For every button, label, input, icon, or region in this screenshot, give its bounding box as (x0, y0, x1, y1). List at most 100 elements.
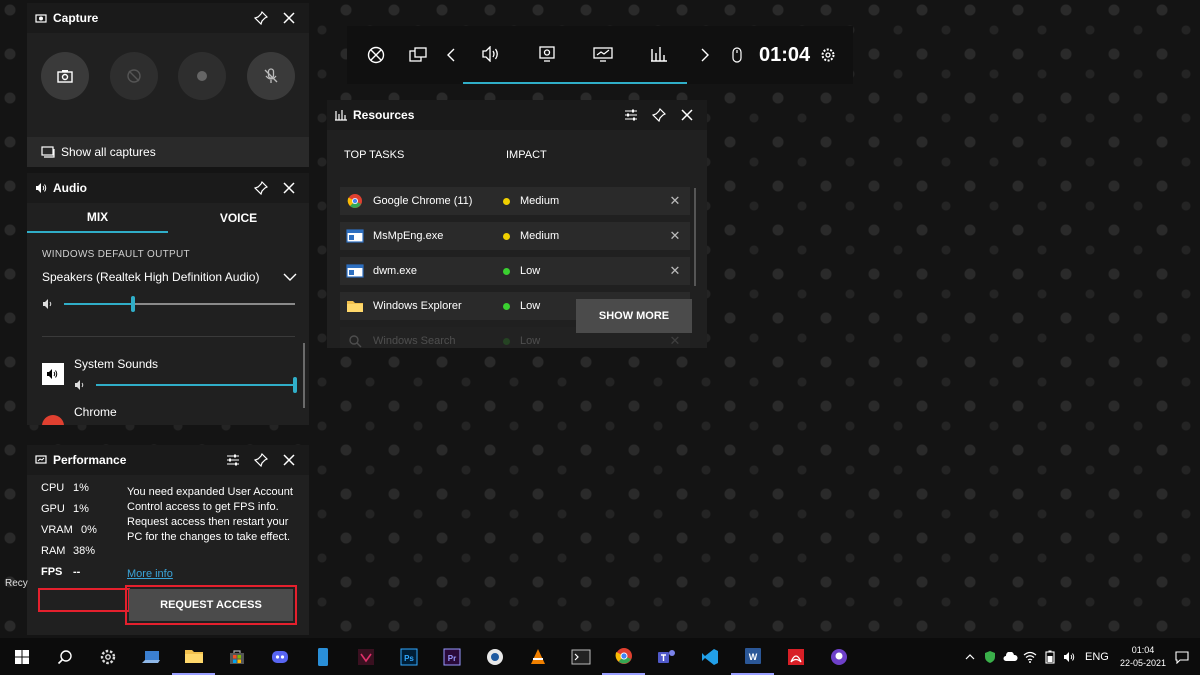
xbox-button[interactable] (355, 26, 397, 84)
stat-fps[interactable]: FPS -- (41, 561, 97, 582)
close-icon[interactable] (675, 103, 699, 127)
pin-icon[interactable] (249, 176, 273, 200)
show-more-button[interactable]: SHOW MORE (576, 299, 692, 333)
start-recording-button[interactable] (178, 52, 227, 100)
taskbar-search-button[interactable] (43, 638, 86, 675)
settings-sliders-icon[interactable] (619, 103, 643, 127)
stat-value: 38% (73, 544, 96, 557)
taskbar-vscode[interactable] (688, 638, 731, 675)
taskbar-chrome[interactable] (602, 638, 645, 675)
terminal-icon (571, 649, 590, 664)
show-hidden-icons[interactable] (960, 638, 980, 675)
pin-icon[interactable] (249, 6, 273, 30)
audio-widget-button[interactable] (463, 26, 519, 84)
taskbar-file-explorer[interactable] (172, 638, 215, 675)
taskbar-clock[interactable]: 01:04 22-05-2021 (1120, 644, 1166, 670)
taskbar-github[interactable] (817, 638, 860, 675)
taskbar-app-laptop[interactable] (129, 638, 172, 675)
taskbar-affinity[interactable] (344, 638, 387, 675)
taskbar-acrobat[interactable] (774, 638, 817, 675)
defender-tray[interactable] (980, 638, 1000, 675)
pin-icon[interactable] (647, 103, 671, 127)
stat-ram[interactable]: RAM 38% (41, 540, 97, 561)
close-icon[interactable] (277, 6, 301, 30)
network-tray[interactable] (1020, 638, 1040, 675)
mouse-icon (732, 47, 742, 63)
output-device-select[interactable]: Speakers (Realtek High Definition Audio) (42, 270, 297, 284)
task-name: Windows Explorer (373, 300, 462, 312)
language-indicator[interactable]: ENG (1080, 638, 1114, 675)
clock-time: 01:04 (1131, 644, 1155, 655)
start-button[interactable] (0, 638, 43, 675)
screenshot-button[interactable] (41, 52, 89, 100)
show-all-captures-link[interactable]: Show all captures (27, 137, 309, 167)
stat-label: FPS (41, 565, 63, 578)
end-task-icon[interactable]: ✕ (660, 263, 690, 279)
chrome-icon (615, 647, 632, 664)
scroll-right-button[interactable] (693, 26, 717, 84)
performance-stats: CPU 1% GPU 1% VRAM 0% RAM 38% FPS -- (38, 477, 130, 612)
end-task-icon[interactable]: ✕ (660, 228, 690, 244)
master-volume-slider[interactable] (42, 296, 295, 312)
battery-tray[interactable] (1040, 638, 1060, 675)
taskbar-teams[interactable] (645, 638, 688, 675)
taskbar-settings[interactable] (86, 638, 129, 675)
chevron-down-icon (283, 273, 297, 281)
taskbar-store[interactable] (215, 638, 258, 675)
performance-widget-button[interactable] (575, 26, 631, 84)
chevron-left-icon (447, 48, 455, 62)
scroll-left-button[interactable] (439, 26, 463, 84)
settings-button[interactable] (816, 26, 840, 84)
tab-mix[interactable]: MIX (27, 203, 168, 233)
github-desktop-icon (830, 648, 847, 665)
close-icon[interactable] (277, 448, 301, 472)
request-access-button[interactable]: REQUEST ACCESS (129, 589, 293, 621)
impact-dot (503, 302, 510, 310)
taskbar-word[interactable]: W (731, 638, 774, 675)
svg-text:Ps: Ps (404, 654, 414, 663)
end-task-icon[interactable]: ✕ (660, 333, 690, 348)
capture-widget-button[interactable] (519, 26, 575, 84)
mouse-button[interactable] (725, 26, 749, 84)
taskbar-phone[interactable] (301, 638, 344, 675)
more-info-link[interactable]: More info (127, 568, 173, 580)
taskbar-vlc[interactable] (516, 638, 559, 675)
pin-icon[interactable] (249, 448, 273, 472)
volume-tray[interactable] (1060, 638, 1080, 675)
app-volume-thumb[interactable] (293, 377, 297, 393)
resources-scrollbar[interactable] (694, 188, 696, 286)
mic-off-icon (264, 68, 278, 83)
stat-cpu[interactable]: CPU 1% (41, 477, 97, 498)
task-row[interactable]: dwm.exe Low ✕ (340, 257, 690, 285)
mic-toggle-button[interactable] (246, 52, 295, 100)
settings-sliders-icon[interactable] (221, 448, 245, 472)
output-device-name: Speakers (Realtek High Definition Audio) (42, 270, 260, 284)
close-icon[interactable] (277, 176, 301, 200)
master-volume-thumb[interactable] (131, 296, 136, 312)
taskbar-discord[interactable] (258, 638, 301, 675)
resources-widget-button[interactable] (631, 26, 687, 84)
stat-gpu[interactable]: GPU 1% (41, 498, 97, 519)
taskbar-photoshop[interactable]: Ps (387, 638, 430, 675)
recycle-bin-label[interactable]: Recy (5, 578, 28, 589)
taskbar-terminal[interactable] (559, 638, 602, 675)
volume-icon (75, 380, 84, 390)
end-task-icon[interactable]: ✕ (660, 193, 690, 209)
tab-voice[interactable]: VOICE (168, 203, 309, 233)
stat-vram[interactable]: VRAM 0% (41, 519, 97, 540)
widget-menu-button[interactable] (397, 26, 439, 84)
task-row[interactable]: MsMpEng.exe Medium ✕ (340, 222, 690, 250)
wifi-icon (1023, 651, 1037, 663)
master-volume-track[interactable] (64, 296, 295, 312)
app-volume-track[interactable] (96, 377, 297, 393)
notification-center[interactable] (1172, 638, 1192, 675)
record-last-button[interactable] (109, 52, 158, 100)
windows-icon (14, 649, 29, 664)
onedrive-tray[interactable] (1000, 638, 1020, 675)
taskbar-premiere[interactable]: Pr (430, 638, 473, 675)
app-volume-slider[interactable] (74, 377, 297, 393)
taskbar-ie-app[interactable] (473, 638, 516, 675)
task-row[interactable]: Google Chrome (11) Medium ✕ (340, 187, 690, 215)
audio-scrollbar[interactable] (303, 343, 305, 408)
task-name: Google Chrome (11) (373, 195, 473, 207)
